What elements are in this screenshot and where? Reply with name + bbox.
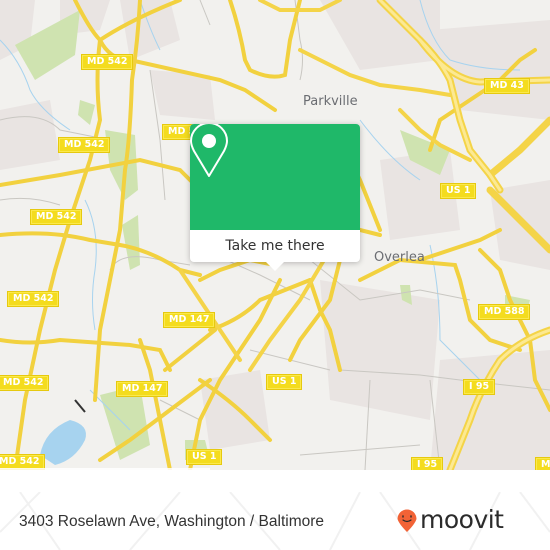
road-shield-md-588: MD 588	[477, 304, 531, 320]
road-shield-md-147: MD 147	[162, 312, 216, 328]
road-shield-i-95: I 95	[410, 457, 444, 470]
road-shield-md-43: MD 43	[484, 78, 530, 94]
road-shield-us-1: US 1	[265, 374, 303, 390]
brand-name: moovit	[420, 505, 504, 534]
place-label-parkville: Parkville	[303, 94, 358, 109]
popup-pointer	[266, 262, 284, 271]
moovit-pin-icon	[397, 509, 417, 532]
road-shield-md-542: MD 542	[80, 54, 134, 70]
road-shield-md-147: MD 147	[115, 381, 169, 397]
location-pin-icon	[190, 124, 228, 177]
dam	[74, 399, 86, 413]
place-label-overlea: Overlea	[374, 250, 425, 265]
road-shield-md-542: MD 542	[6, 291, 60, 307]
road-shield-us-1: US 1	[439, 183, 477, 199]
road-shield-i-95: I 95	[462, 379, 496, 395]
map[interactable]: Parkville Overlea MD 542 MD 542 MD 542 M…	[0, 0, 550, 470]
lake	[40, 420, 86, 465]
take-me-there-button[interactable]: Take me there	[190, 230, 360, 262]
address-label: 3403 Roselawn Ave, Washington / Baltimor…	[19, 513, 325, 530]
map-attribution[interactable]: © OpenStreetMap contributors	[0, 468, 210, 470]
road-shield-md: M	[534, 457, 550, 470]
road-shield-md-542: MD 542	[57, 137, 111, 153]
road-shield-us-1: US 1	[185, 449, 223, 465]
road-shield-md-542: MD 542	[29, 209, 83, 225]
footer: 3403 Roselawn Ave, Washington / Baltimor…	[0, 492, 550, 550]
location-popup: Take me there	[190, 124, 360, 271]
popup-header	[190, 124, 360, 230]
road-shield-md-542: MD 542	[0, 454, 46, 470]
moovit-logo[interactable]: moovit	[396, 506, 504, 534]
road-shield-md-542: MD 542	[0, 375, 50, 391]
